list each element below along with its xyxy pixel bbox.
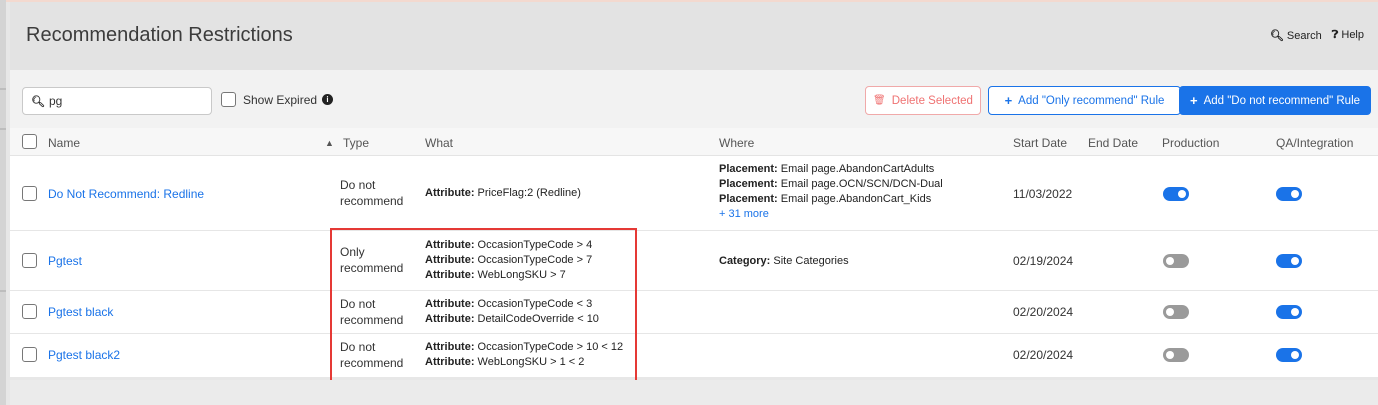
column-start-date[interactable]: Start Date (1013, 136, 1067, 150)
start-date: 02/19/2024 (1013, 254, 1074, 268)
production-toggle[interactable] (1163, 254, 1189, 268)
page-header: Recommendation Restrictions 🔍︎ Search ❓︎ H… (10, 2, 1378, 70)
column-what[interactable]: What (425, 136, 453, 150)
header-links: 🔍︎ Search ❓︎ Help (1270, 29, 1364, 42)
add-do-not-recommend-rule-button[interactable]: + Add "Do not recommend" Rule (1179, 86, 1371, 115)
qa-integration-toggle[interactable] (1276, 254, 1302, 268)
rule-type: Do not recommend (340, 297, 404, 327)
show-expired-checkbox[interactable] (221, 92, 236, 107)
restrictions-panel: Recommendation Restrictions 🔍︎ Search ❓︎ H… (10, 2, 1378, 384)
production-toggle[interactable] (1163, 348, 1189, 362)
search-icon: 🔍︎ (1269, 30, 1284, 42)
table-row: Pgtest black Do not recommend Attribute:… (10, 291, 1378, 334)
select-all-checkbox[interactable] (22, 134, 37, 149)
info-icon[interactable]: i (322, 94, 334, 105)
rule-where: Category: Site Categories (719, 255, 849, 267)
more-placements-link[interactable]: + 31 more (719, 207, 943, 222)
page-title: Recommendation Restrictions (26, 24, 293, 46)
row-checkbox[interactable] (22, 253, 37, 268)
qa-integration-toggle[interactable] (1276, 305, 1302, 319)
search-link[interactable]: 🔍︎ Search (1270, 29, 1322, 42)
filter-search-box[interactable]: 🔍︎ (22, 87, 212, 115)
column-type[interactable]: Type (343, 136, 369, 150)
filter-search-input[interactable] (48, 94, 199, 108)
bottom-gutter (10, 380, 1378, 405)
qa-integration-toggle[interactable] (1276, 348, 1302, 362)
help-icon: ❓︎ (1331, 29, 1339, 41)
column-where[interactable]: Where (719, 136, 754, 150)
sort-asc-icon[interactable]: ▲ (325, 138, 334, 148)
table-row: Pgtest black2 Do not recommend Attribute… (10, 334, 1378, 377)
rule-what: Attribute: PriceFlag:2 (Redline) (425, 187, 581, 199)
rule-type: Do not recommend (340, 178, 404, 208)
plus-icon: + (1004, 93, 1013, 108)
production-toggle[interactable] (1163, 187, 1189, 201)
left-window-edge (0, 0, 6, 405)
qa-integration-toggle[interactable] (1276, 187, 1302, 201)
rule-where: Placement: Email page.AbandonCartAdults … (719, 163, 943, 222)
production-toggle[interactable] (1163, 305, 1189, 319)
table-row: Do Not Recommend: Redline Do not recomme… (10, 156, 1378, 231)
column-production[interactable]: Production (1162, 136, 1219, 150)
rule-name-link[interactable]: Pgtest black2 (48, 348, 120, 362)
plus-icon: + (1189, 93, 1198, 108)
row-checkbox[interactable] (22, 186, 37, 201)
column-qa-integration[interactable]: QA/Integration (1276, 136, 1353, 150)
row-checkbox[interactable] (22, 304, 37, 319)
table-row: Pgtest Only recommend Attribute: Occasio… (10, 231, 1378, 291)
rule-what: Attribute: OccasionTypeCode > 10 < 12 At… (425, 341, 624, 368)
column-end-date[interactable]: End Date (1088, 136, 1138, 150)
search-icon: 🔍︎ (31, 95, 45, 108)
start-date: 02/20/2024 (1013, 305, 1074, 319)
add-only-recommend-rule-button[interactable]: + Add "Only recommend" Rule (988, 86, 1181, 115)
help-link[interactable]: ❓︎ Help (1332, 29, 1364, 42)
start-date: 11/03/2022 (1013, 187, 1073, 201)
start-date: 02/20/2024 (1013, 348, 1074, 362)
rule-what: Attribute: OccasionTypeCode < 3 Attribut… (425, 298, 599, 325)
toolbar: 🔍︎ Show Expired i 🗑︎ Delete Selected + A… (10, 70, 1378, 128)
trash-icon: 🗑︎ (873, 95, 886, 106)
show-expired-label: Show Expired (243, 92, 318, 107)
table-header: Name ▲ Type What Where Start Date End Da… (10, 128, 1378, 156)
rule-what: Attribute: OccasionTypeCode > 4 Attribut… (425, 239, 593, 281)
row-checkbox[interactable] (22, 347, 37, 362)
rule-type: Only recommend (340, 245, 404, 275)
show-expired-toggle[interactable]: Show Expired i (221, 92, 334, 107)
delete-selected-button[interactable]: 🗑︎ Delete Selected (865, 86, 981, 115)
rule-name-link[interactable]: Do Not Recommend: Redline (48, 187, 204, 201)
column-name[interactable]: Name (48, 136, 80, 150)
rule-name-link[interactable]: Pgtest black (48, 305, 113, 319)
rule-name-link[interactable]: Pgtest (48, 254, 82, 268)
rule-type: Do not recommend (340, 340, 404, 370)
restrictions-table: Name ▲ Type What Where Start Date End Da… (10, 128, 1378, 377)
